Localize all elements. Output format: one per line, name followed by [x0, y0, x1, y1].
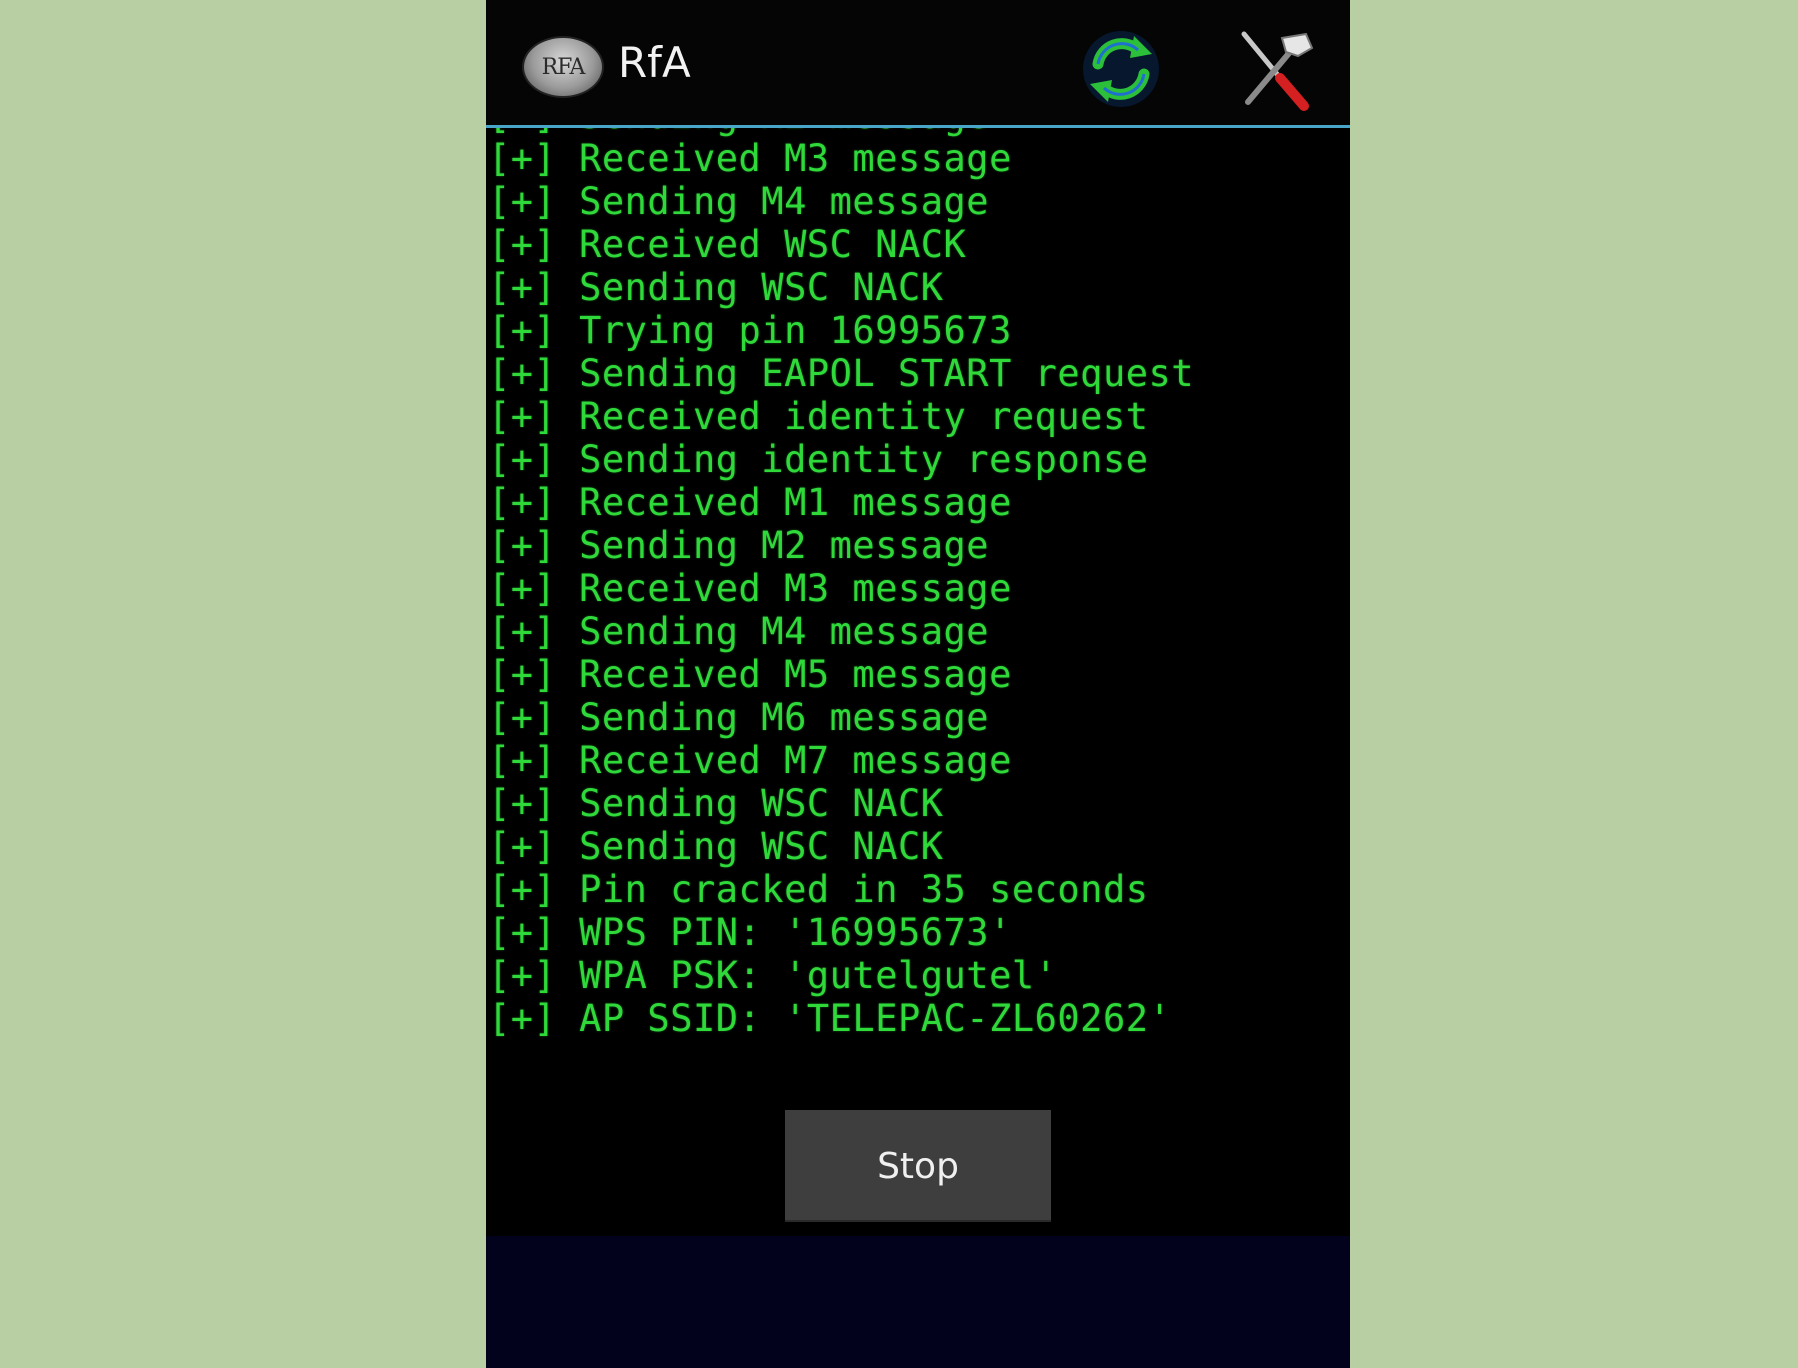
- console-line: [+] Received M7 message: [488, 739, 1012, 782]
- console-line: [+] Received M5 message: [488, 653, 1012, 696]
- console-line: [+] Sending M2 message: [488, 128, 1194, 137]
- console-line: [+] Received M3 message: [488, 137, 1012, 180]
- console-line: [+] Received identity request: [488, 395, 1149, 438]
- console-line: [+] Received M3 message: [488, 567, 1012, 610]
- console-output: [+] Sending M2 message[+] Received M3 me…: [488, 128, 1348, 1068]
- console-line: [+] Sending M6 message: [488, 696, 990, 739]
- console-line: [+] Sending identity response: [488, 438, 1149, 481]
- console-line: [+] Received M1 message: [488, 481, 1012, 524]
- console-line: [+] Sending M2 message: [488, 524, 990, 567]
- console-line: [+] Trying pin 16995673: [488, 309, 1012, 352]
- console-line: [+] Sending WSC NACK: [488, 825, 944, 868]
- console-line: [+] Sending WSC NACK: [488, 266, 944, 309]
- console-line: [+] WPA PSK: 'gutelgutel': [488, 954, 1058, 997]
- stop-button[interactable]: Stop: [785, 1110, 1051, 1222]
- console-lines: [+] Sending M2 message[+] Received M3 me…: [488, 128, 1194, 1040]
- tools-icon[interactable]: [1228, 24, 1318, 114]
- console-line: [+] WPS PIN: '16995673': [488, 911, 1012, 954]
- console-line: [+] Sending EAPOL START request: [488, 352, 1195, 395]
- console-line: [+] Sending WSC NACK: [488, 782, 944, 825]
- app-logo: RFA: [522, 36, 604, 98]
- refresh-icon[interactable]: [1076, 24, 1166, 114]
- app-title: RfA: [618, 38, 691, 87]
- phone-screen: RFA RfA [+] Sending M2 message[+] Receiv…: [486, 0, 1350, 1368]
- app-logo-text: RFA: [541, 55, 586, 80]
- console-line: [+] Sending M4 message: [488, 180, 990, 223]
- console-line: [+] Sending M4 message: [488, 610, 990, 653]
- bottom-bar: [486, 1236, 1350, 1368]
- action-bar: RFA RfA: [486, 0, 1350, 128]
- console-line: [+] AP SSID: 'TELEPAC-ZL60262': [488, 997, 1172, 1040]
- console-line: [+] Received WSC NACK: [488, 223, 967, 266]
- console-line: [+] Pin cracked in 35 seconds: [488, 868, 1149, 911]
